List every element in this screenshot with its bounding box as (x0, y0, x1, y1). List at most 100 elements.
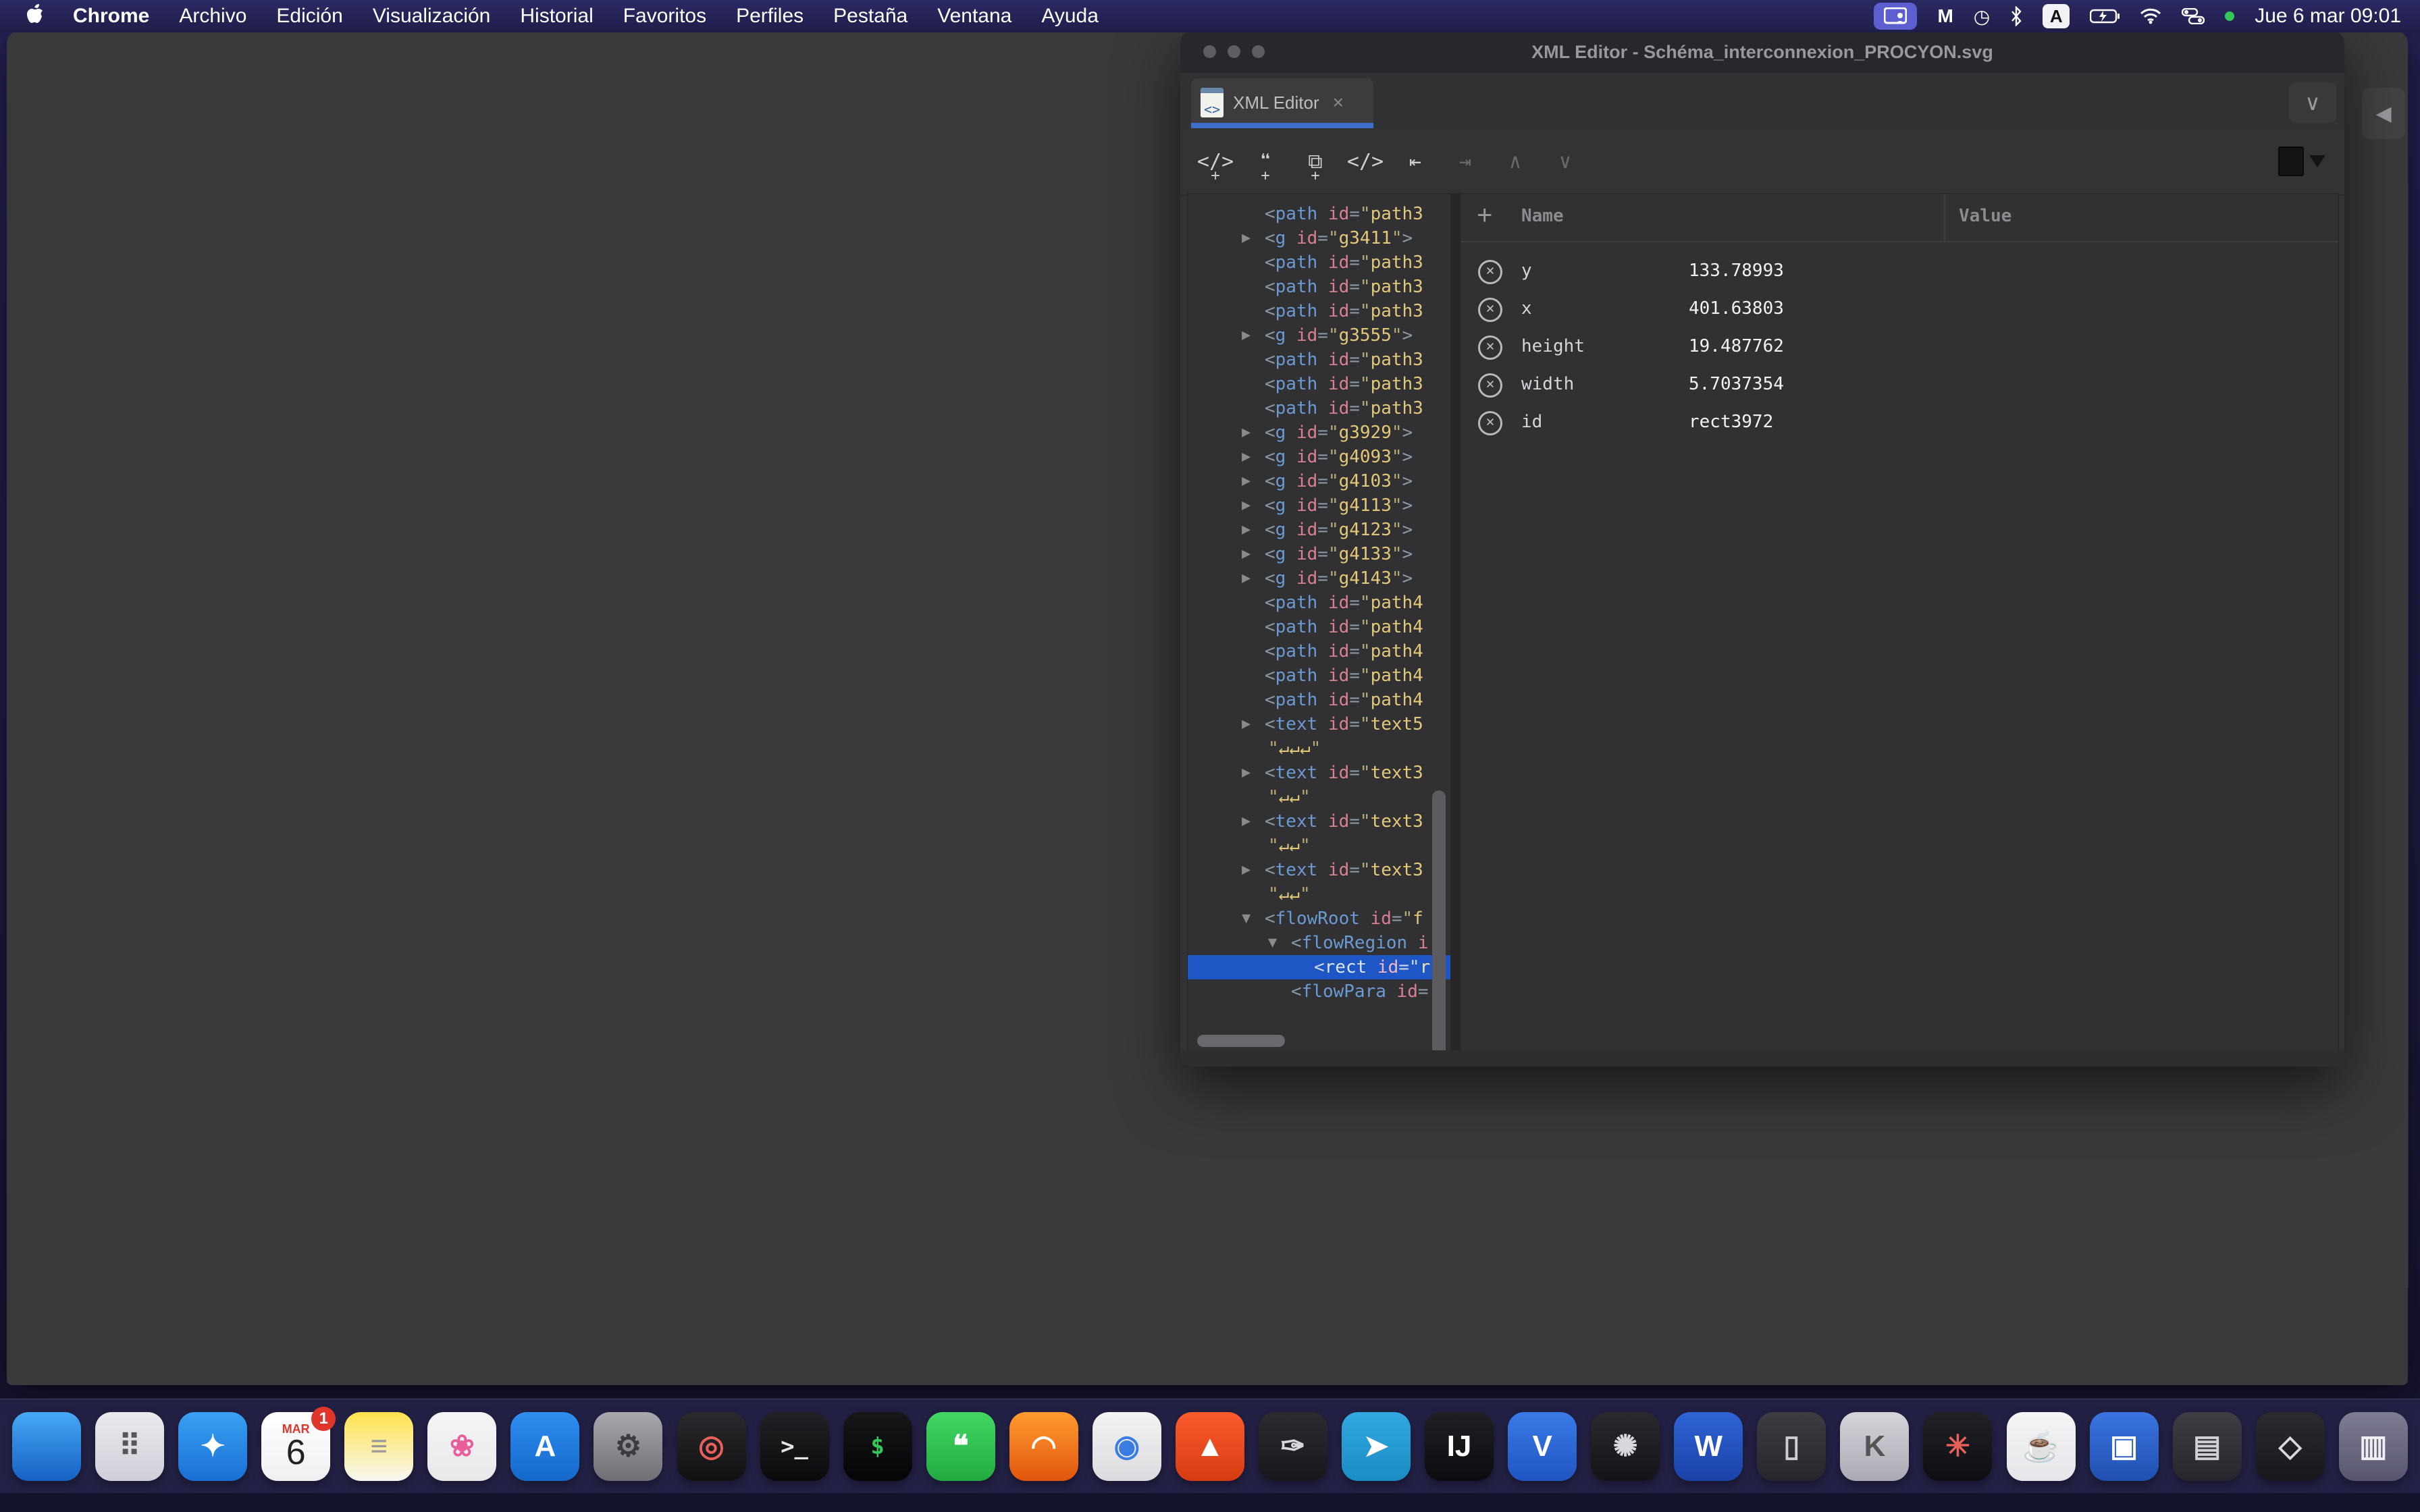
battery-icon[interactable] (2090, 8, 2120, 24)
expand-arrow-icon[interactable]: ▶ (1242, 761, 1251, 785)
dock-icon-word[interactable]: W (1674, 1412, 1743, 1481)
xml-text-content-row[interactable]: "↵↵" (1188, 834, 1451, 858)
dock-icon-system-settings[interactable]: ⚙ (594, 1412, 662, 1481)
expand-arrow-icon[interactable]: ▶ (1242, 858, 1251, 882)
xml-tree-panel[interactable]: -<path id="path3▶<g id="g3411"><path id=… (1187, 193, 1452, 1052)
xml-tree-row[interactable]: <path id="path3 (1188, 372, 1451, 396)
menu-item-ventana[interactable]: Ventana (937, 5, 1011, 28)
dock-icon-brave[interactable]: ▲ (1176, 1412, 1244, 1481)
expand-arrow-icon[interactable]: ▶ (1242, 421, 1251, 445)
expand-arrow-icon[interactable]: ▶ (1242, 712, 1251, 736)
panel-splitter[interactable] (1450, 193, 1460, 1050)
close-button[interactable] (1203, 45, 1216, 58)
attribute-value[interactable]: rect3972 (1689, 403, 1773, 441)
dock-icon-trash[interactable]: ▥ (2339, 1412, 2408, 1481)
xml-tree-row[interactable]: <path id="path4 (1188, 639, 1451, 664)
attribute-name[interactable]: y (1521, 252, 1532, 290)
panel-chevron-button[interactable]: ∨ (2289, 82, 2336, 123)
xml-tree-row[interactable]: ▶<g id="g3411"> (1188, 226, 1451, 250)
menu-item-edición[interactable]: Edición (276, 5, 342, 28)
tab-close-icon[interactable]: × (1333, 92, 1344, 113)
minimize-button[interactable] (1228, 45, 1240, 58)
dock-icon-color-picker[interactable]: ✑ (1259, 1412, 1327, 1481)
expand-arrow-icon[interactable]: ▶ (1242, 542, 1251, 566)
xml-tree-row[interactable]: ▶<text id="text3 (1188, 809, 1451, 834)
xml-text-content-row[interactable]: "↵↵" (1188, 785, 1451, 809)
dock-icon-inkscape[interactable]: ◇ (2256, 1412, 2325, 1481)
expand-arrow-icon[interactable]: ▶ (1242, 323, 1251, 348)
indent-node-button[interactable]: ⇥ (1446, 140, 1484, 183)
xml-tree-row[interactable]: <path id="path3 (1188, 299, 1451, 323)
move-node-down-button[interactable]: ∨ (1546, 140, 1584, 183)
xml-tree-row[interactable]: ▶<g id="g4123"> (1188, 518, 1451, 542)
xml-tree-row[interactable]: <path id="path4 (1188, 688, 1451, 712)
menu-item-perfiles[interactable]: Perfiles (736, 5, 804, 28)
attribute-name[interactable]: height (1521, 327, 1585, 365)
delete-attribute-icon[interactable]: × (1478, 411, 1502, 435)
time-machine-icon[interactable]: ◷ (1974, 5, 1990, 28)
attribute-name[interactable]: id (1521, 403, 1542, 441)
dock-icon-archive-dark[interactable]: ▤ (2173, 1412, 2242, 1481)
xml-editor-titlebar[interactable]: XML Editor - Schéma_interconnexion_PROCY… (1180, 31, 2344, 74)
expand-arrow-icon[interactable]: ▶ (1242, 469, 1251, 493)
xml-tree-row[interactable]: <path id="path3 (1188, 250, 1451, 275)
xml-tree-row[interactable]: ▶<text id="text5 (1188, 712, 1451, 736)
dock-icon-notes[interactable]: ≡ (344, 1412, 413, 1481)
menu-item-historial[interactable]: Historial (520, 5, 593, 28)
dock-icon-docs-blue[interactable]: V (1508, 1412, 1577, 1481)
expand-arrow-icon[interactable]: ▶ (1242, 566, 1251, 591)
dock-icon-iphone-mirroring[interactable]: ▯ (1757, 1412, 1826, 1481)
collapse-arrow-icon[interactable]: ▼ (1242, 907, 1251, 931)
xml-tree-row[interactable]: ▶<g id="g3555"> (1188, 323, 1451, 348)
xml-tree-row[interactable]: ▶<g id="g4113"> (1188, 493, 1451, 518)
add-attribute-button[interactable]: + (1477, 200, 1492, 231)
delete-attribute-icon[interactable]: × (1478, 335, 1502, 360)
dock-icon-java[interactable]: ☕ (2007, 1412, 2076, 1481)
screen-mirroring-icon[interactable] (1874, 3, 1917, 30)
dock-icon-launchpad[interactable]: ⠿ (95, 1412, 164, 1481)
expand-arrow-icon[interactable]: ▶ (1242, 518, 1251, 542)
delete-node-button[interactable]: </> (1346, 140, 1384, 183)
xml-tree-row[interactable]: <path id="path3 (1188, 396, 1451, 421)
dock-icon-resolve[interactable]: ✺ (1591, 1412, 1660, 1481)
delete-attribute-icon[interactable]: × (1478, 298, 1502, 322)
new-element-node-button[interactable]: </>+ (1196, 140, 1234, 183)
dock-icon-photos[interactable]: ❀ (427, 1412, 496, 1481)
expand-arrow-icon[interactable]: ▶ (1242, 226, 1251, 250)
tab-xml-editor[interactable]: <> XML Editor × (1191, 78, 1373, 127)
collapse-arrow-icon[interactable]: ▼ (1268, 931, 1277, 955)
attribute-name[interactable]: width (1521, 365, 1574, 403)
input-source-icon[interactable]: A (2043, 4, 2070, 28)
menu-item-favoritos[interactable]: Favoritos (623, 5, 706, 28)
dock-icon-iterm[interactable]: $ (843, 1412, 912, 1481)
unindent-node-button[interactable]: ⇤ (1396, 140, 1434, 183)
xml-tree-row[interactable]: ▶<text id="text3 (1188, 761, 1451, 785)
dock-icon-app-store[interactable]: A (510, 1412, 579, 1481)
collapse-panel-button[interactable]: ◀ (2362, 88, 2405, 139)
menu-item-chrome[interactable]: Chrome (73, 5, 149, 28)
expand-arrow-icon[interactable]: ▶ (1242, 493, 1251, 518)
wifi-icon[interactable] (2140, 8, 2161, 24)
dock-icon-firefox[interactable]: ◠ (1009, 1412, 1078, 1481)
xml-tree-row[interactable]: <path id="path4 (1188, 664, 1451, 688)
tree-vscrollbar-thumb[interactable] (1432, 790, 1446, 1052)
xml-tree-row[interactable]: ▶<g id="g4093"> (1188, 445, 1451, 469)
xml-tree-row[interactable]: ▶<g id="g4133"> (1188, 542, 1451, 566)
dock-icon-terminal[interactable]: >_ (760, 1412, 829, 1481)
xml-tree-row[interactable]: <path id="path3 (1188, 348, 1451, 372)
dock-icon-music-app[interactable]: ◎ (677, 1412, 746, 1481)
xml-tree-row[interactable]: <path id="path4 (1188, 591, 1451, 615)
menu-item-archivo[interactable]: Archivo (179, 5, 246, 28)
xml-tree-row[interactable]: ▶<g id="g4103"> (1188, 469, 1451, 493)
dock-icon-intellij[interactable]: IJ (1425, 1412, 1494, 1481)
control-center-icon[interactable] (2182, 8, 2205, 24)
dock-icon-spark[interactable]: ✳ (1923, 1412, 1992, 1481)
xml-tree-row[interactable]: ▼<flowRegion i (1188, 931, 1451, 955)
xml-tree-row[interactable]: - (1188, 193, 1451, 202)
menu-clock[interactable]: Jue 6 mar 09:01 (2255, 5, 2401, 28)
xml-tree-row[interactable]: <flowPara id= (1188, 979, 1451, 1004)
dock-icon-keychain[interactable]: K (1840, 1412, 1909, 1481)
attribute-name[interactable]: x (1521, 290, 1532, 327)
delete-attribute-icon[interactable]: × (1478, 260, 1502, 284)
xml-tree-row[interactable]: ▼<flowRoot id="f (1188, 907, 1451, 931)
